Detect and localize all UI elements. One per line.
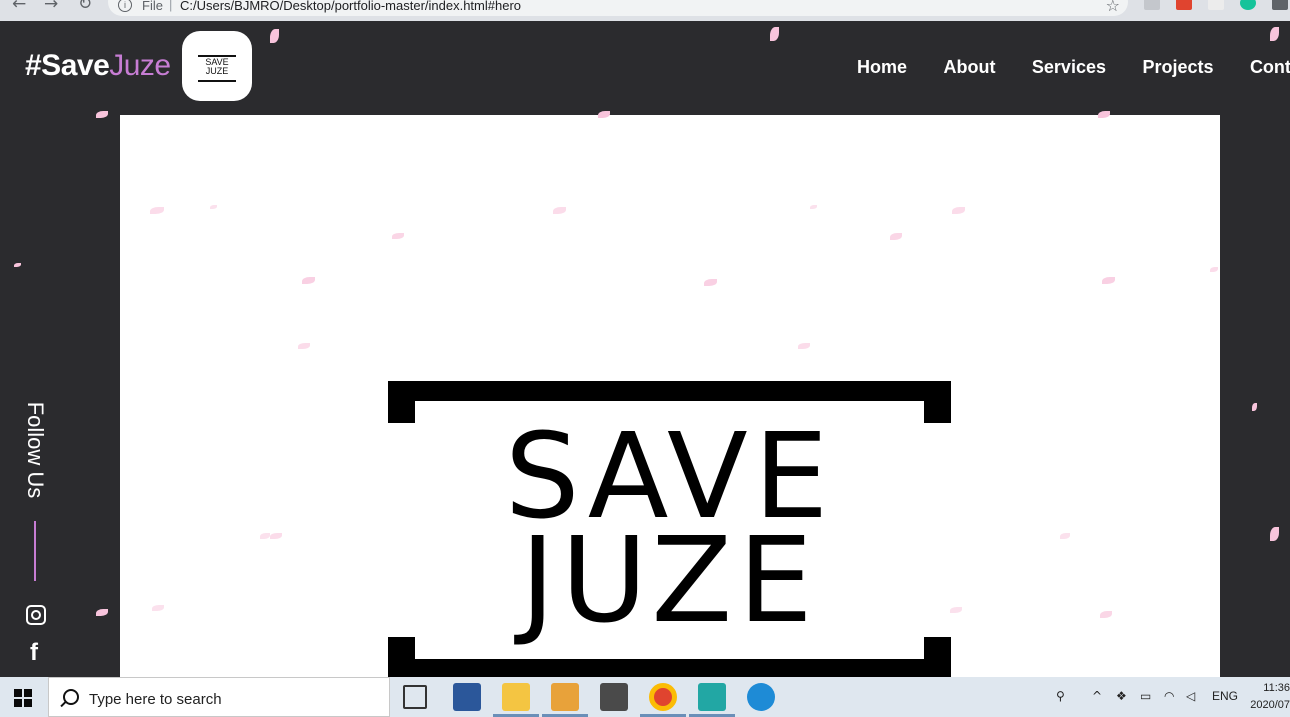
- sublime-text-icon[interactable]: [600, 683, 628, 711]
- scheme-separator: |: [169, 0, 173, 12]
- petal-decoration: [770, 27, 779, 41]
- clock[interactable]: 11:36 2020/07: [1248, 680, 1290, 714]
- clock-date: 2020/07: [1250, 699, 1290, 711]
- media-player-icon[interactable]: [551, 683, 579, 711]
- petal-decoration: [810, 205, 817, 209]
- petal-decoration: [270, 29, 279, 43]
- windows-taskbar: ⚲ ^ ❖ ▭ ◠ ◁ ENG 11:36 2020/07: [0, 677, 1290, 717]
- petal-decoration: [704, 279, 717, 286]
- address-bar[interactable]: i File | C:/Users/BJMRO/Desktop/portfoli…: [108, 0, 1128, 16]
- petal-decoration: [1060, 533, 1070, 539]
- petal-decoration: [1102, 277, 1115, 284]
- extension-icon[interactable]: [1208, 0, 1224, 10]
- petal-decoration: [96, 111, 108, 118]
- hero-section: SAVE JUZE: [120, 115, 1220, 677]
- petal-decoration: [1270, 527, 1279, 541]
- petal-decoration: [890, 233, 902, 240]
- petal-decoration: [553, 207, 566, 214]
- logo-badge[interactable]: SAVE JUZE: [182, 31, 252, 101]
- nav-projects[interactable]: Projects: [1142, 57, 1213, 78]
- edge-icon[interactable]: [747, 683, 775, 711]
- people-icon[interactable]: ⚲: [1056, 689, 1065, 703]
- page-viewport: #SaveJuze SAVE JUZE Home About Services P…: [0, 21, 1290, 677]
- petal-decoration: [1270, 27, 1279, 41]
- facebook-icon[interactable]: f: [30, 639, 38, 667]
- nav-services[interactable]: Services: [1032, 57, 1106, 78]
- brand-logo-text[interactable]: #SaveJuze: [25, 49, 171, 83]
- visual-studio-icon[interactable]: [698, 683, 726, 711]
- reload-icon[interactable]: ↻: [78, 0, 92, 14]
- petal-decoration: [14, 263, 21, 267]
- task-view-icon[interactable]: [403, 685, 427, 709]
- url-text[interactable]: C:/Users/BJMRO/Desktop/portfolio-master/…: [180, 0, 521, 13]
- grammarly-icon[interactable]: [1240, 0, 1256, 10]
- petal-decoration: [302, 277, 315, 284]
- search-icon: [63, 689, 79, 705]
- extension-icon[interactable]: [1144, 0, 1160, 10]
- taskbar-search[interactable]: [48, 677, 390, 717]
- logo-bracket-bottom: [388, 659, 951, 677]
- petal-decoration: [210, 205, 217, 209]
- language-indicator[interactable]: ENG: [1212, 689, 1238, 703]
- follow-divider: [34, 521, 36, 581]
- petal-decoration: [298, 343, 310, 349]
- battery-icon[interactable]: ▭: [1140, 689, 1151, 703]
- brand-accent: Juze: [109, 49, 171, 82]
- word-icon[interactable]: [453, 683, 481, 711]
- petal-decoration: [1100, 611, 1112, 618]
- bookmark-star-icon[interactable]: ☆: [1106, 0, 1120, 15]
- petal-decoration: [1210, 267, 1218, 272]
- petal-decoration: [950, 607, 962, 613]
- dropbox-icon[interactable]: ❖: [1116, 689, 1127, 703]
- brand-main: #Save: [25, 49, 110, 82]
- volume-icon[interactable]: ◁: [1186, 689, 1195, 703]
- chevron-up-icon[interactable]: ^: [1092, 689, 1102, 703]
- scheme-label: File: [142, 0, 163, 13]
- wifi-icon[interactable]: ◠: [1164, 689, 1174, 703]
- petal-decoration: [150, 207, 164, 214]
- petal-decoration: [96, 609, 108, 616]
- forward-arrow-icon[interactable]: →: [44, 0, 58, 14]
- back-arrow-icon[interactable]: ←: [12, 0, 26, 14]
- chrome-icon[interactable]: [649, 683, 677, 711]
- extension-icon[interactable]: [1176, 0, 1192, 10]
- petal-decoration: [260, 533, 270, 539]
- instagram-icon[interactable]: [26, 605, 46, 625]
- browser-toolbar: ← → ↻ i File | C:/Users/BJMRO/Desktop/po…: [0, 0, 1290, 21]
- petal-decoration: [152, 605, 164, 611]
- petal-decoration: [1252, 403, 1257, 411]
- puzzle-extensions-icon[interactable]: [1272, 0, 1288, 10]
- hero-logo: SAVE JUZE: [388, 381, 951, 677]
- logo-bracket-top: [388, 381, 951, 401]
- main-nav: Home About Services Projects Contac: [857, 57, 1290, 78]
- petal-decoration: [952, 207, 965, 214]
- petal-decoration: [798, 343, 810, 349]
- nav-contact[interactable]: Contac: [1250, 57, 1290, 78]
- info-icon[interactable]: i: [118, 0, 132, 12]
- nav-about[interactable]: About: [943, 57, 995, 78]
- taskbar-search-input[interactable]: [87, 687, 371, 711]
- follow-us-label: Follow Us: [23, 401, 48, 499]
- clock-time: 11:36: [1263, 682, 1290, 694]
- logo-badge-mark: SAVE JUZE: [198, 55, 236, 82]
- petal-decoration: [270, 533, 282, 539]
- nav-home[interactable]: Home: [857, 57, 907, 78]
- file-explorer-icon[interactable]: [502, 683, 530, 711]
- windows-start-icon[interactable]: [14, 689, 32, 707]
- petal-decoration: [392, 233, 404, 239]
- hero-logo-line2: JUZE: [520, 511, 819, 649]
